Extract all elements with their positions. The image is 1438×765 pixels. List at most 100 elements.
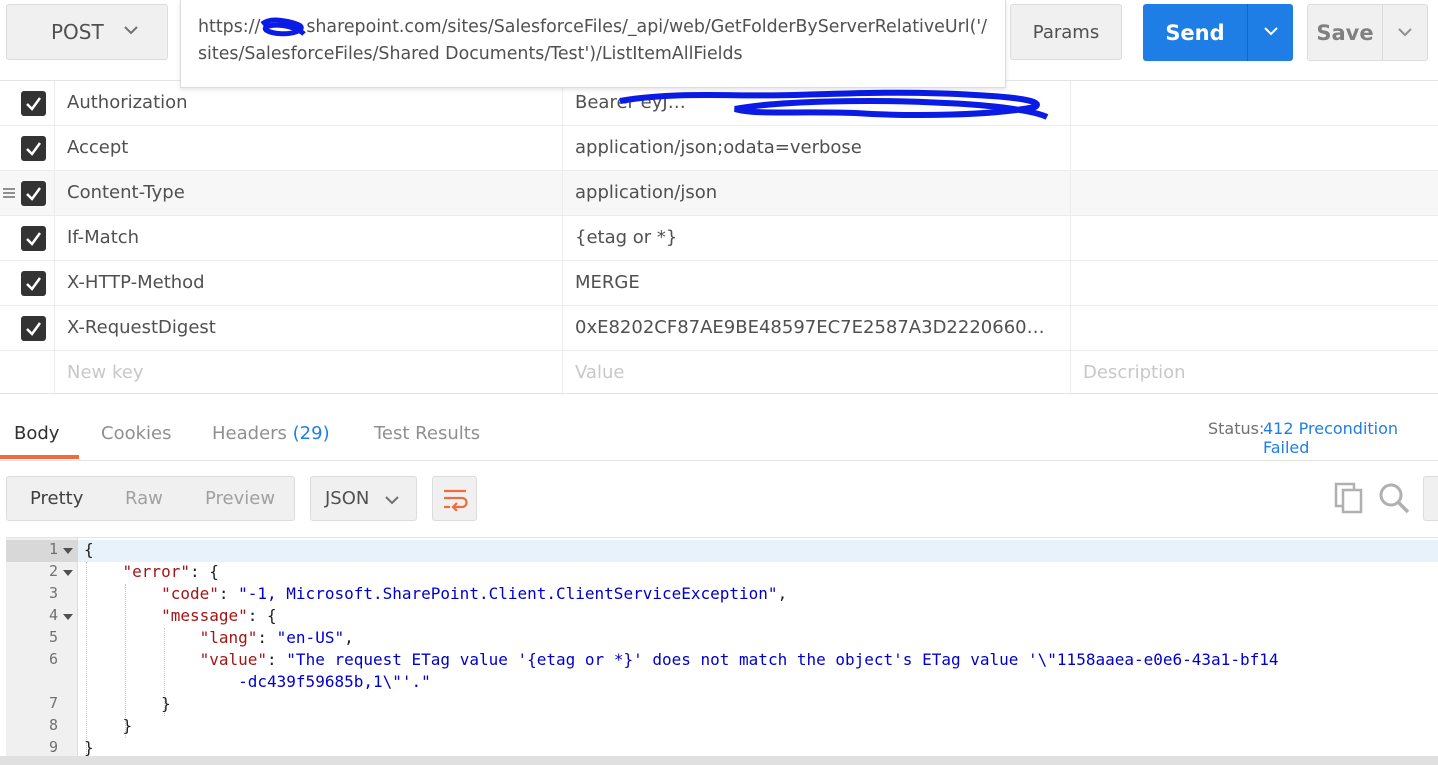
line-number: 9: [48, 738, 58, 756]
code-line: -dc439f59685b,1\"'.": [84, 672, 431, 691]
header-description[interactable]: [1070, 216, 1438, 260]
header-key[interactable]: X-HTTP-Method: [54, 261, 562, 305]
code-token: ,: [344, 628, 354, 647]
header-enabled-checkbox[interactable]: [21, 316, 46, 341]
method-select[interactable]: POST: [6, 4, 168, 60]
header-key[interactable]: If-Match: [54, 216, 562, 260]
header-value[interactable]: {etag or *}: [562, 216, 1070, 260]
header-enabled-checkbox[interactable]: [21, 136, 46, 161]
header-row: X-HTTP-Method MERGE: [0, 261, 1438, 306]
header-value[interactable]: MERGE: [562, 261, 1070, 305]
raw-button[interactable]: Raw: [125, 477, 163, 520]
new-key-input[interactable]: New key: [54, 351, 562, 395]
request-bar: POST https://sharepoint.com/sites/Salesf…: [0, 0, 1438, 88]
code-token: : {: [189, 562, 219, 581]
url-prefix: https://: [198, 17, 261, 37]
header-key[interactable]: X-RequestDigest: [54, 306, 562, 350]
code-line: "error": {: [84, 562, 219, 581]
header-description[interactable]: [1070, 81, 1438, 125]
header-row: Content-Type application/json: [0, 171, 1438, 216]
line-number: 1: [48, 540, 58, 558]
fold-arrow-icon[interactable]: [63, 569, 73, 577]
header-enabled-checkbox[interactable]: [21, 181, 46, 206]
line-number: 5: [48, 628, 58, 646]
header-row: Accept application/json;odata=verbose: [0, 126, 1438, 171]
wrap-lines-button[interactable]: [432, 476, 477, 521]
redaction-scribble: [619, 89, 1049, 120]
send-button[interactable]: Send: [1143, 4, 1247, 61]
header-key[interactable]: Content-Type: [54, 171, 562, 215]
url-input[interactable]: https://sharepoint.com/sites/SalesforceF…: [180, 0, 1006, 88]
code-token: }: [161, 694, 171, 713]
preview-button[interactable]: Preview: [205, 477, 275, 520]
json-string: "en-US": [276, 628, 345, 647]
drag-handle-icon[interactable]: [3, 187, 15, 199]
code-token: {: [84, 540, 94, 559]
code-token: }: [84, 738, 94, 757]
header-description[interactable]: [1070, 306, 1438, 350]
fold-arrow-icon[interactable]: [63, 547, 73, 555]
header-enabled-checkbox[interactable]: [21, 271, 46, 296]
line-number: 4: [48, 606, 58, 624]
new-description-input[interactable]: Description: [1070, 351, 1438, 395]
header-description[interactable]: [1070, 171, 1438, 215]
header-value[interactable]: application/json: [562, 171, 1070, 215]
fold-arrow-icon[interactable]: [63, 613, 73, 621]
header-description[interactable]: [1070, 126, 1438, 170]
json-string: "-1, Microsoft.SharePoint.Client.ClientS…: [238, 584, 778, 603]
tab-cookies[interactable]: Cookies: [101, 423, 171, 444]
code-token: : {: [247, 606, 277, 625]
chevron-down-icon: [124, 26, 138, 35]
header-key[interactable]: Accept: [54, 126, 562, 170]
header-value[interactable]: application/json;odata=verbose: [562, 126, 1070, 170]
response-body-viewer[interactable]: 1 2 3 4 5 6 7 8 9 { "error": { "code": "…: [6, 537, 1438, 765]
code-line: }: [84, 694, 171, 713]
header-description[interactable]: [1070, 261, 1438, 305]
tab-headers[interactable]: Headers (29): [212, 423, 330, 444]
new-value-input[interactable]: Value: [562, 351, 1070, 395]
pretty-button[interactable]: Pretty: [30, 477, 83, 520]
status-label: Status:: [1208, 419, 1265, 438]
code-token: :: [267, 650, 287, 669]
search-icon[interactable]: [1378, 482, 1410, 514]
json-key: "message": [161, 606, 248, 625]
header-enabled-checkbox[interactable]: [21, 226, 46, 251]
headers-table: Authorization Bearer eyJ… Accept applica…: [0, 80, 1438, 396]
check-icon: [26, 97, 42, 111]
send-options-button[interactable]: [1247, 4, 1293, 61]
code-token: :: [218, 584, 239, 603]
header-enabled-checkbox[interactable]: [21, 91, 46, 116]
response-tabs: Body Cookies Headers (29) Test Results S…: [0, 395, 1438, 461]
redaction-scribble: [260, 17, 307, 37]
code-token: ,: [777, 584, 788, 603]
line-number: 2: [48, 562, 58, 580]
status-value[interactable]: 412 Precondition Failed: [1263, 419, 1438, 457]
save-options-button[interactable]: [1382, 4, 1428, 61]
language-select[interactable]: JSON: [310, 476, 417, 521]
params-button[interactable]: Params: [1010, 4, 1122, 60]
horizontal-scrollbar[interactable]: [0, 756, 1438, 765]
line-number: 6: [48, 650, 58, 668]
tab-test-results[interactable]: Test Results: [374, 423, 480, 444]
tab-body[interactable]: Body: [14, 423, 59, 444]
code-token: }: [122, 716, 133, 735]
save-button[interactable]: Save: [1307, 4, 1383, 61]
code-line: "lang": "en-US",: [84, 628, 354, 647]
code-line: }: [84, 738, 94, 757]
code-line: "message": {: [84, 606, 277, 625]
check-icon: [26, 277, 42, 291]
check-icon: [26, 142, 42, 156]
overflow-button[interactable]: [1423, 476, 1438, 521]
header-value[interactable]: 0xE8202CF87AE9BE48597EC7E2587A3D22206605…: [562, 306, 1070, 350]
copy-icon[interactable]: [1334, 482, 1364, 514]
line-number: 3: [48, 584, 58, 602]
check-icon: [26, 232, 42, 246]
active-line-highlight: [78, 540, 1438, 562]
new-header-row: New key Value Description: [0, 351, 1438, 396]
line-number: 8: [48, 716, 58, 734]
code-line: "value": "The request ETag value '{etag …: [84, 650, 1279, 669]
chevron-down-icon: [385, 496, 399, 505]
code-line: {: [84, 540, 94, 559]
check-icon: [26, 322, 42, 336]
code-token: :: [257, 628, 277, 647]
